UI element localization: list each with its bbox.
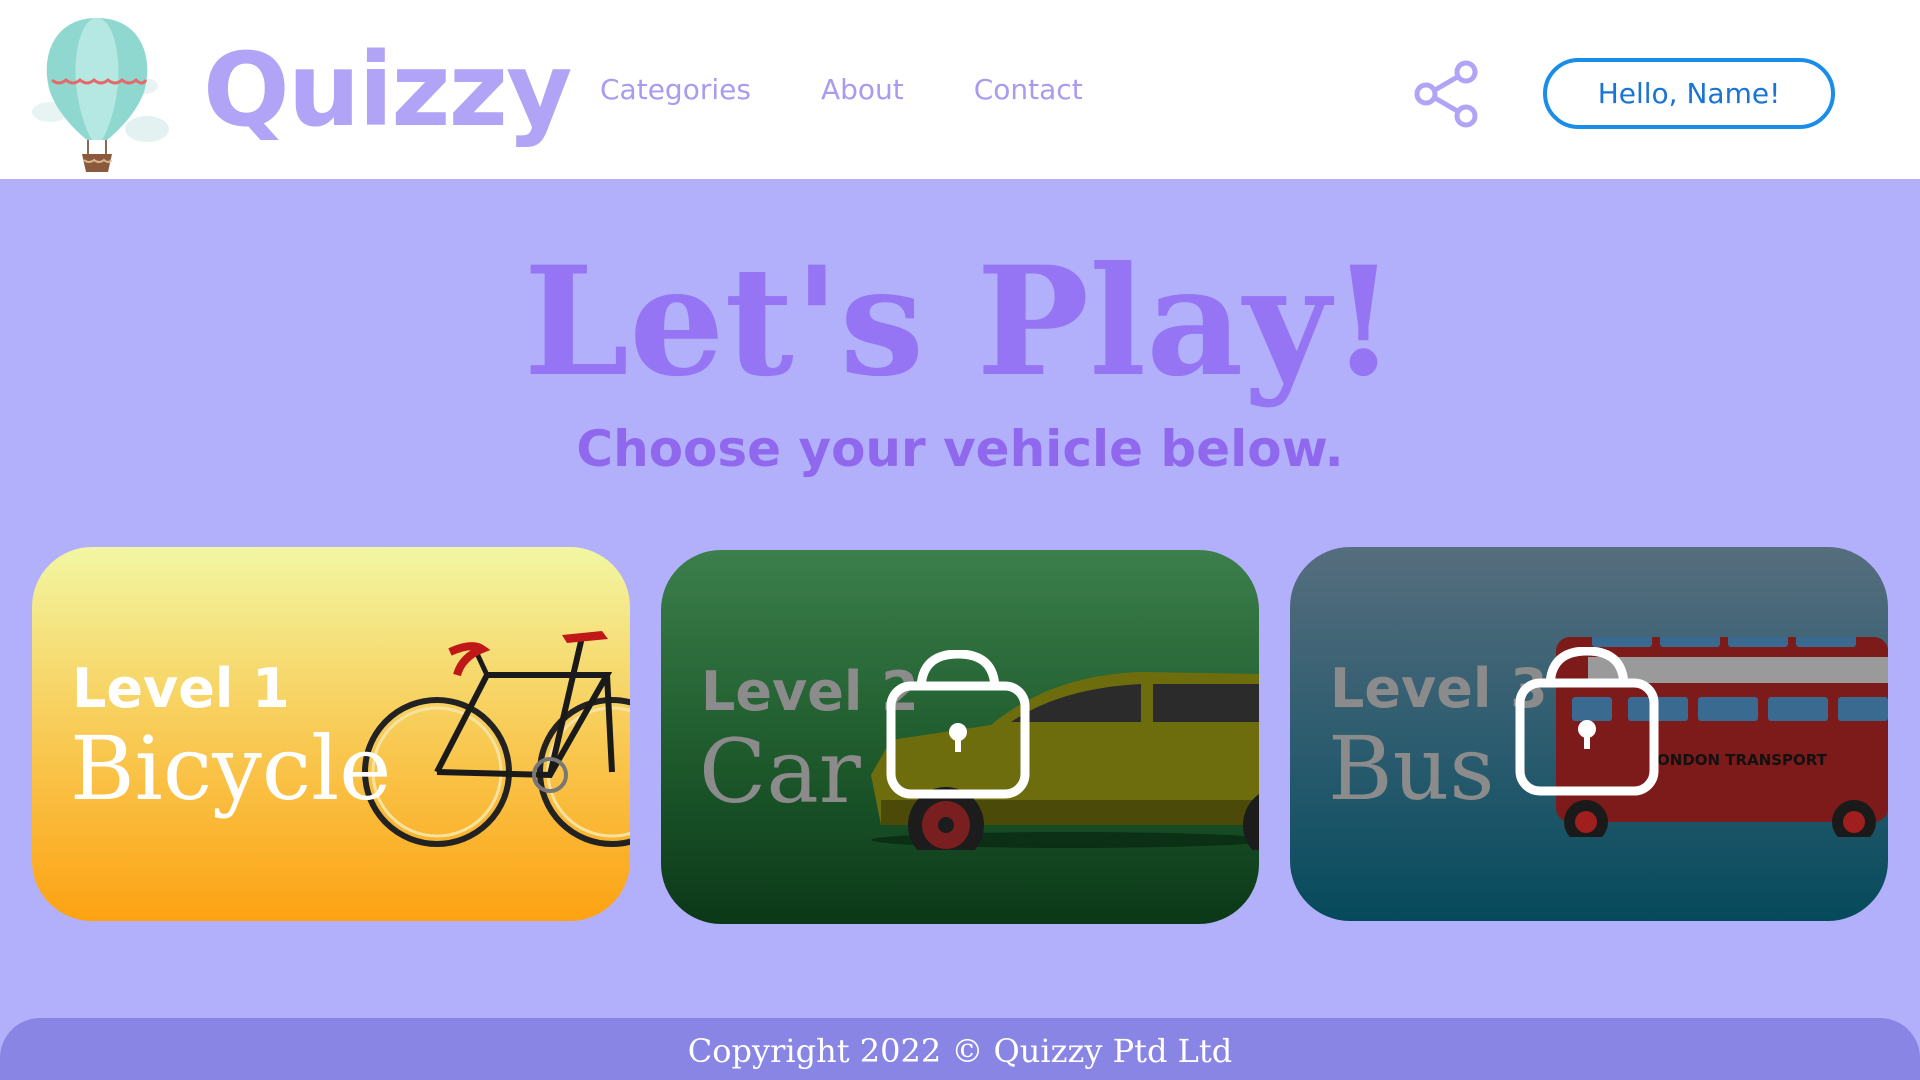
page-subtitle: Choose your vehicle below.	[576, 420, 1344, 478]
nav-categories[interactable]: Categories	[600, 72, 751, 108]
hot-air-balloon-icon	[32, 18, 169, 172]
level-card-car[interactable]: Level 2 Car	[661, 550, 1259, 924]
nav-about[interactable]: About	[821, 72, 904, 108]
brand-name[interactable]: Quizzy	[203, 30, 573, 152]
card-vehicle-name: Car	[699, 720, 861, 823]
lock-icon	[886, 650, 1030, 799]
greeting-button[interactable]: Hello, Name!	[1543, 58, 1835, 129]
page-title: Let's Play!	[523, 234, 1397, 410]
card-level-label: Level 1	[72, 657, 290, 720]
level-card-bus[interactable]: Level 3 Bus LONDON TRANSPORT	[1290, 547, 1888, 921]
main-nav: Categories About Contact	[600, 72, 1083, 108]
nav-contact[interactable]: Contact	[974, 72, 1083, 108]
bus-sign: LONDON TRANSPORT	[1648, 751, 1828, 769]
bicycle-icon	[362, 631, 630, 847]
site-footer: Copyright 2022 © Quizzy Ptd Ltd	[0, 1018, 1920, 1080]
share-icon[interactable]	[1410, 58, 1482, 130]
copyright-text: Copyright 2022 © Quizzy Ptd Ltd	[687, 1032, 1233, 1070]
card-vehicle-name: Bus	[1328, 717, 1495, 820]
lock-icon	[1515, 647, 1659, 796]
site-header: Quizzy Categories About Contact Hello, N…	[0, 0, 1920, 179]
card-vehicle-name: Bicycle	[70, 717, 392, 820]
level-card-bicycle[interactable]: Level 1 Bicycle	[32, 547, 630, 921]
